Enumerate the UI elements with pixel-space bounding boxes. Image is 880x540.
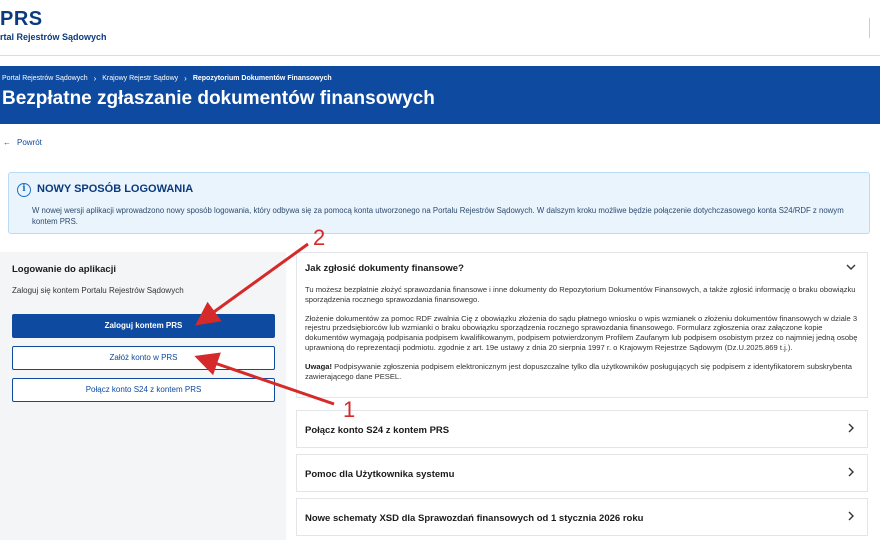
chevron-up-icon[interactable] [845,261,857,276]
accordion-title: Nowe schematy XSD dla Sprawozdań finanso… [305,513,644,524]
top-divider [869,18,870,38]
accordion-warning: Uwaga! Podpisywanie zgłoszenia podpisem … [305,362,861,382]
info-icon: i [17,183,31,197]
warning-label: Uwaga! [305,361,333,371]
chevron-right-icon [845,510,857,525]
arrow-left-icon: ← [3,138,11,147]
accordion-title[interactable]: Jak zgłosić dokumenty finansowe? [305,263,464,274]
breadcrumb: Portal Rejestrów Sądowych › Krajowy Reje… [2,74,332,83]
create-account-button[interactable]: Załóż konto w PRS [12,346,275,370]
annotation-number-1: 1 [343,397,356,422]
notice-text: W nowej wersji aplikacji wprowadzono now… [32,206,844,226]
breadcrumb-krs[interactable]: Krajowy Rejestr Sądowy [102,75,178,82]
login-panel: Logowanie do aplikacji Zaloguj się konte… [0,252,286,540]
page-title: Bezpłatne zgłaszanie dokumentów finansow… [2,88,435,109]
prs-logo[interactable]: PRS [0,8,43,31]
breadcrumb-current: Repozytorium Dokumentów Finansowych [192,75,332,82]
login-title: Logowanie do aplikacji [12,264,116,275]
accordion-title: Połącz konto S24 z kontem PRS [305,425,450,436]
chevron-right-icon [845,466,857,481]
login-prs-button[interactable]: Zaloguj kontem PRS [12,314,275,338]
accordion-title: Pomoc dla Użytkownika systemu [305,469,455,480]
notice-title: NOWY SPOSÓB LOGOWANIA [37,183,194,195]
back-link[interactable]: ← Powrót [3,138,42,147]
accordion-paragraph: Złożenie dokumentów za pomoc RDF zwalnia… [305,313,858,352]
chevron-right-icon: › [184,74,187,83]
chevron-right-icon: › [93,74,97,83]
accordion-link-s24[interactable]: Połącz konto S24 z kontem PRS [296,410,868,448]
page-banner: Portal Rejestrów Sądowych › Krajowy Reje… [0,66,880,124]
link-s24-account-button[interactable]: Połącz konto S24 z kontem PRS [12,378,275,402]
login-description: Zaloguj się kontem Portalu Rejestrów Sąd… [12,286,184,295]
top-bar: PRS rtal Rejestrów Sądowych [0,0,880,56]
login-notice: i NOWY SPOSÓB LOGOWANIA W nowej wersji a… [8,172,870,234]
breadcrumb-portal[interactable]: Portal Rejestrów Sądowych [2,75,88,82]
accordion-user-help[interactable]: Pomoc dla Użytkownika systemu [296,454,868,492]
accordion-paragraph: Tu możesz bezpłatnie złożyć sprawozdania… [305,285,856,304]
accordion-xsd-schemas[interactable]: Nowe schematy XSD dla Sprawozdań finanso… [296,498,868,536]
chevron-right-icon [845,422,857,437]
back-link-label: Powrót [17,138,42,147]
accordion-body: Tu możesz bezpłatnie złożyć sprawozdania… [305,285,861,390]
annotation-number-2: 2 [313,225,326,250]
accordion-how-to-submit: Jak zgłosić dokumenty finansowe? Tu może… [296,252,868,398]
warning-text: Podpisywanie zgłoszenia podpisem elektro… [305,361,853,381]
portal-name: rtal Rejestrów Sądowych [0,32,107,42]
